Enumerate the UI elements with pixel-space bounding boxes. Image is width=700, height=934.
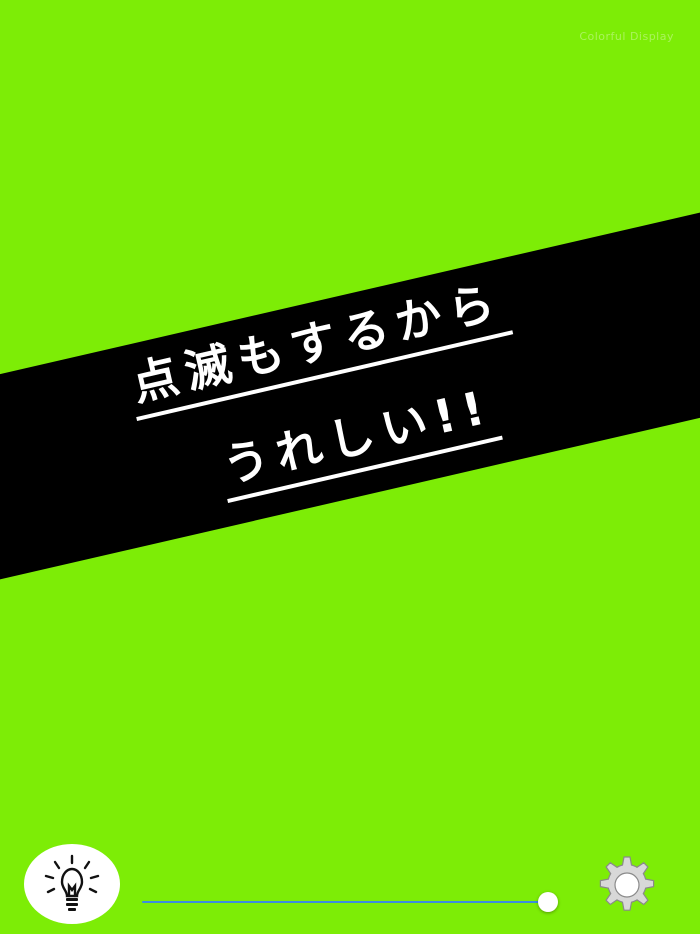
- bottom-toolbar: [0, 824, 700, 934]
- lightbulb-icon: [44, 854, 100, 911]
- slider-thumb[interactable]: [538, 892, 558, 912]
- flash-toggle-button[interactable]: [24, 844, 120, 924]
- slider-track: [142, 901, 548, 903]
- app-label: Colorful Display: [579, 30, 674, 43]
- gear-icon: [599, 856, 655, 911]
- speed-slider[interactable]: [142, 892, 558, 912]
- headline-banner: [0, 192, 700, 600]
- settings-button[interactable]: [594, 852, 660, 918]
